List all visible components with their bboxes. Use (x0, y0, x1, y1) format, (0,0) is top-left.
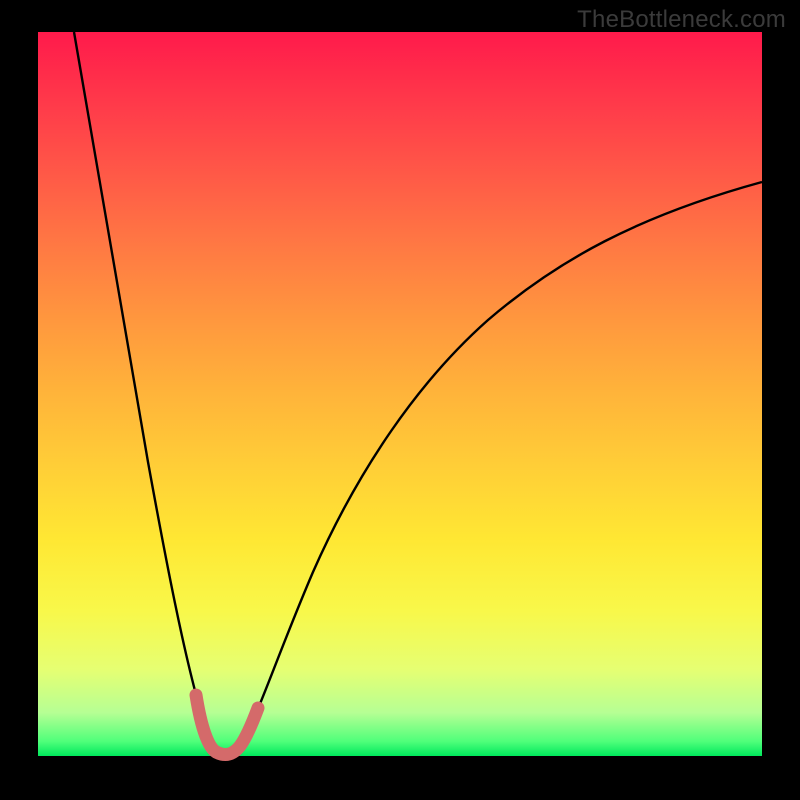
highlight-segment (196, 695, 258, 754)
plot-area (38, 32, 762, 756)
attribution-text: TheBottleneck.com (577, 6, 786, 34)
chart-frame: TheBottleneck.com (0, 0, 800, 800)
bottleneck-curve (74, 32, 762, 754)
curve-layer (38, 32, 762, 756)
